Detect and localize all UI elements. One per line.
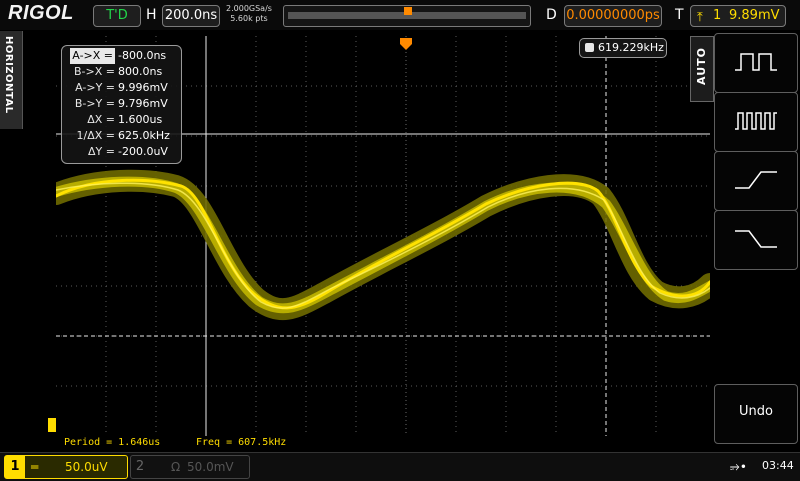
- auto-single-period-button[interactable]: [714, 33, 798, 93]
- cursor-label: A->X =: [70, 48, 115, 64]
- period-measurement: Period = 1.646us: [64, 437, 161, 448]
- cursor-value: 1.600us: [118, 113, 163, 126]
- auto-tab-label: AUTO: [695, 47, 708, 85]
- cursor-row: A->Y = 9.996mV: [62, 80, 181, 96]
- delay-label: D: [546, 7, 557, 23]
- frequency-counter: 619.229kHz: [579, 38, 667, 58]
- cursor-label: ΔY =: [88, 145, 115, 158]
- undo-button[interactable]: Undo: [714, 384, 798, 444]
- horizontal-label: H: [146, 7, 157, 23]
- delay-value[interactable]: 0.00000000ps: [564, 5, 662, 27]
- auto-rising-edge-button[interactable]: [714, 151, 798, 211]
- ch2-scale: 50.0mV: [187, 460, 234, 474]
- cursor-row: A->X = -800.0ns: [62, 48, 181, 64]
- horizontal-menu-tab[interactable]: HORIZONTAL: [0, 31, 23, 129]
- dc-coupling-icon: ═: [31, 460, 39, 474]
- trigger-label: T: [675, 7, 684, 23]
- falling-edge-icon: [735, 230, 777, 248]
- brand-logo: RIGOL: [8, 2, 74, 24]
- auto-falling-edge-button[interactable]: [714, 210, 798, 270]
- cursor-value: 9.796mV: [118, 97, 168, 110]
- cursor-value: -800.0ns: [118, 49, 167, 62]
- ch2-number: 2: [135, 459, 145, 474]
- ch1-number: 1: [5, 456, 25, 478]
- horizontal-tab-label: HORIZONTAL: [3, 36, 14, 114]
- cursor-label: ΔX =: [87, 113, 115, 126]
- cursor-label: B->X =: [74, 65, 115, 78]
- cursor-measurement-panel: A->X = -800.0ns B->X = 800.0ns A->Y = 9.…: [61, 45, 182, 164]
- trigger-level: 9.89mV: [729, 8, 780, 23]
- rising-edge-icon: [735, 171, 777, 189]
- cursor-label: A->Y =: [75, 81, 115, 94]
- cursor-label: B->Y =: [74, 97, 115, 110]
- trigger-settings[interactable]: ⤒ 1 9.89mV: [690, 5, 786, 27]
- cursor-row: ΔX = 1.600us: [62, 112, 181, 128]
- ch1-settings[interactable]: 1 ═ 50.0uV: [4, 455, 128, 479]
- trigger-position-icon: [404, 7, 412, 15]
- run-state-indicator[interactable]: T'D: [93, 5, 141, 27]
- pulse-single-icon: [735, 53, 777, 71]
- freq-measurement: Freq = 607.5kHz: [196, 437, 287, 448]
- time-base-value[interactable]: 200.0ns: [162, 5, 220, 27]
- undo-label: Undo: [739, 404, 773, 419]
- cursor-row: 1/ΔX = 625.0kHz: [62, 128, 181, 144]
- cursor-value: 800.0ns: [118, 65, 163, 78]
- cursor-row: B->Y = 9.796mV: [62, 96, 181, 112]
- memory-position-bar[interactable]: [283, 5, 531, 27]
- rising-edge-trigger-icon: ⤒: [697, 10, 703, 25]
- cursor-row: B->X = 800.0ns: [62, 64, 181, 80]
- trigger-source: 1: [713, 8, 722, 23]
- counter-icon: [585, 43, 594, 52]
- impedance-icon: Ω: [171, 460, 181, 474]
- sample-rate-text: 2.000GSa/s: [226, 4, 272, 13]
- memory-depth-text: 5.60k pts: [230, 14, 268, 23]
- usb-icon: ⭌∙: [730, 459, 748, 473]
- cursor-value: -200.0uV: [118, 145, 168, 158]
- ch2-settings[interactable]: 2 Ω 50.0mV: [130, 455, 250, 479]
- clock: 03:44: [762, 459, 794, 472]
- pulse-multi-icon: [735, 112, 777, 130]
- cursor-label: 1/ΔX =: [76, 129, 115, 142]
- auto-menu-tab[interactable]: AUTO: [690, 36, 714, 102]
- sample-info: 2.000GSa/s 5.60k pts: [226, 4, 272, 24]
- frequency-counter-value: 619.229kHz: [598, 41, 664, 54]
- auto-multi-period-button[interactable]: [714, 92, 798, 152]
- cursor-value: 625.0kHz: [118, 129, 170, 142]
- cursor-value: 9.996mV: [118, 81, 168, 94]
- ch1-level-marker[interactable]: [48, 418, 56, 432]
- cursor-row: ΔY = -200.0uV: [62, 144, 181, 160]
- ch1-scale: 50.0uV: [65, 460, 108, 474]
- measurement-bar: Period = 1.646us Freq = 607.5kHz: [56, 436, 710, 452]
